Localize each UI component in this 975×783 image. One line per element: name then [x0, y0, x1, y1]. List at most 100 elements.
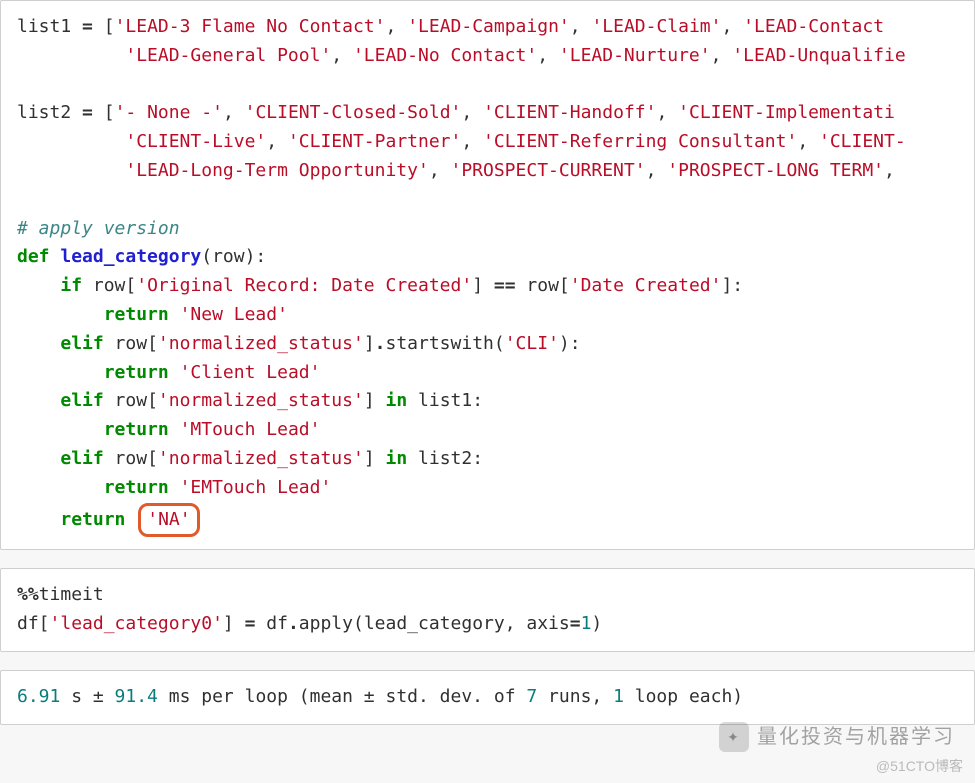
- code-text: list1:: [407, 390, 483, 411]
- indent: [17, 275, 60, 296]
- code-text: list1: [17, 16, 82, 37]
- code-text: startswith(: [386, 333, 505, 354]
- operator: =: [245, 613, 256, 634]
- code-text: [169, 419, 180, 440]
- keyword-return: return: [104, 477, 169, 498]
- magic-percent: %%: [17, 584, 39, 605]
- keyword-elif: elif: [60, 390, 103, 411]
- string-literal: 'CLIENT-: [819, 131, 906, 152]
- blank-line: [17, 74, 28, 95]
- timing-value: 1: [613, 686, 624, 707]
- string-literal: 'LEAD-3 Flame No Contact': [115, 16, 386, 37]
- blank-line: [17, 189, 28, 210]
- indent: [17, 477, 104, 498]
- code-text: row[: [104, 333, 158, 354]
- code-text: [169, 304, 180, 325]
- code-text: ,: [461, 131, 483, 152]
- string-literal: 'CLIENT-Implementati: [678, 102, 895, 123]
- keyword-return: return: [60, 509, 125, 530]
- code-text: ]: [364, 390, 386, 411]
- indent: [17, 362, 104, 383]
- indent: [17, 448, 60, 469]
- operator: =: [82, 16, 93, 37]
- operator: .: [288, 613, 299, 634]
- timing-output: 6.91 s ± 91.4 ms per loop (mean ± std. d…: [17, 683, 958, 712]
- function-name: lead_category: [60, 246, 201, 267]
- string-literal: 'CLI': [505, 333, 559, 354]
- code-text: (row):: [201, 246, 266, 267]
- output-text: ms per loop (mean ± std. dev. of: [158, 686, 526, 707]
- code-text: ,: [429, 160, 451, 181]
- string-literal: 'CLIENT-Live': [125, 131, 266, 152]
- keyword-return: return: [104, 304, 169, 325]
- timing-value: 91.4: [115, 686, 158, 707]
- code-cell-2[interactable]: %%timeit df['lead_category0'] = df.apply…: [0, 568, 975, 652]
- string-literal: 'MTouch Lead': [180, 419, 321, 440]
- string-literal: 'LEAD-Campaign': [407, 16, 570, 37]
- string-literal: 'normalized_status': [158, 333, 364, 354]
- code-text: ,: [797, 131, 819, 152]
- indent: [17, 333, 60, 354]
- code-text: [125, 509, 136, 530]
- string-literal: 'LEAD-Long-Term Opportunity': [125, 160, 428, 181]
- string-literal: 'Original Record: Date Created': [136, 275, 472, 296]
- code-text: [169, 477, 180, 498]
- code-text: ]: [364, 448, 386, 469]
- string-literal: 'New Lead': [180, 304, 288, 325]
- indent: [17, 509, 60, 530]
- comment: # apply version: [17, 218, 180, 239]
- code-text: [50, 246, 61, 267]
- code-text: row[: [104, 390, 158, 411]
- code-block-1: list1 = [ 'LEAD-3 Flame No Contact', 'LEA…: [17, 13, 958, 537]
- number-literal: 1: [581, 613, 592, 634]
- code-cell-1[interactable]: list1 = [ 'LEAD-3 Flame No Contact', 'LEA…: [0, 0, 975, 550]
- code-text: ):: [559, 333, 581, 354]
- string-literal: 'Client Lead': [180, 362, 321, 383]
- keyword-elif: elif: [60, 333, 103, 354]
- code-text: ,: [537, 45, 559, 66]
- code-text: ,: [646, 160, 668, 181]
- indent: [17, 304, 104, 325]
- keyword-return: return: [104, 362, 169, 383]
- watermark-subtext: @51CTO博客: [876, 755, 963, 777]
- code-text: ,: [656, 102, 678, 123]
- timing-value: 7: [526, 686, 537, 707]
- code-text: list2: [17, 102, 82, 123]
- string-literal: 'LEAD-General Pool': [125, 45, 331, 66]
- code-text: ,: [266, 131, 288, 152]
- highlight-annotation: 'NA': [138, 503, 199, 538]
- code-text: ,: [884, 160, 906, 181]
- code-text: ,: [386, 16, 408, 37]
- keyword-in: in: [386, 448, 408, 469]
- code-text: [17, 131, 125, 152]
- operator: =: [570, 613, 581, 634]
- indent: [17, 419, 104, 440]
- string-literal: 'LEAD-No Contact': [353, 45, 537, 66]
- watermark-icon: ✦: [719, 722, 749, 752]
- keyword-return: return: [104, 419, 169, 440]
- timing-value: 6.91: [17, 686, 60, 707]
- output-text: runs,: [537, 686, 613, 707]
- code-block-2: %%timeit df['lead_category0'] = df.apply…: [17, 581, 958, 639]
- keyword-def: def: [17, 246, 50, 267]
- string-literal: 'PROSPECT-CURRENT': [451, 160, 646, 181]
- operator: ==: [494, 275, 516, 296]
- code-text: ,: [461, 102, 483, 123]
- code-text: row[: [82, 275, 136, 296]
- string-literal: 'Date Created': [570, 275, 722, 296]
- keyword-if: if: [60, 275, 82, 296]
- keyword-elif: elif: [60, 448, 103, 469]
- code-text: row[: [104, 448, 158, 469]
- output-cell: 6.91 s ± 91.4 ms per loop (mean ± std. d…: [0, 670, 975, 725]
- string-literal: 'CLIENT-Closed-Sold': [245, 102, 462, 123]
- string-literal: 'CLIENT-Referring Consultant': [483, 131, 797, 152]
- string-literal: 'normalized_status': [158, 448, 364, 469]
- code-text: [: [93, 102, 115, 123]
- code-text: df: [255, 613, 288, 634]
- code-text: [169, 362, 180, 383]
- string-literal: 'PROSPECT-LONG TERM': [667, 160, 884, 181]
- code-text: [17, 45, 125, 66]
- code-text: ]:: [721, 275, 743, 296]
- magic-name: timeit: [39, 584, 104, 605]
- code-text: ,: [721, 16, 743, 37]
